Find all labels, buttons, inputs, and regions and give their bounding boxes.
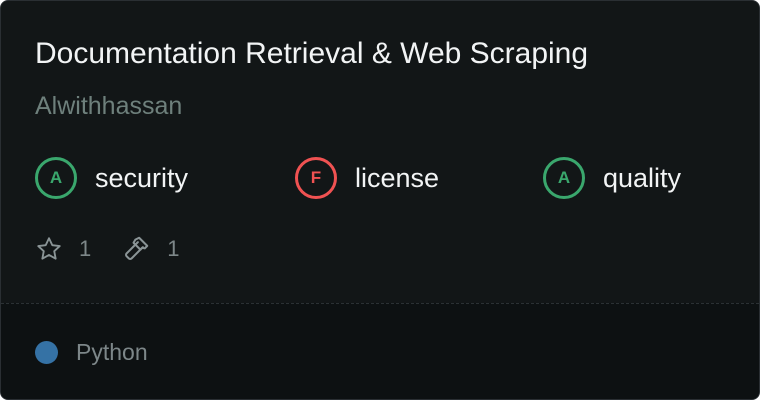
language-label: Python (76, 339, 148, 365)
security-grade-badge: A (35, 157, 77, 199)
tool-count: 1 (167, 236, 180, 261)
card-title: Documentation Retrieval & Web Scraping (35, 37, 589, 70)
security-grade-label: security (95, 162, 189, 193)
star-icon (35, 235, 63, 263)
security-grade: A security (35, 156, 188, 200)
license-grade-label: license (355, 162, 440, 193)
hammer-icon (121, 234, 151, 264)
language-color-dot (35, 341, 58, 364)
card-stats: 1 1 (35, 233, 180, 265)
quality-grade: A quality (543, 156, 681, 200)
star-count: 1 (79, 236, 92, 261)
card-author: Alwithhassan (35, 92, 183, 120)
license-grade-badge: F (295, 157, 337, 199)
quality-grade-badge: A (543, 157, 585, 199)
license-grade: F license (295, 156, 439, 200)
server-card[interactable]: Documentation Retrieval & Web Scraping A… (0, 0, 760, 400)
card-footer: Python (1, 303, 759, 399)
quality-grade-label: quality (603, 162, 682, 193)
